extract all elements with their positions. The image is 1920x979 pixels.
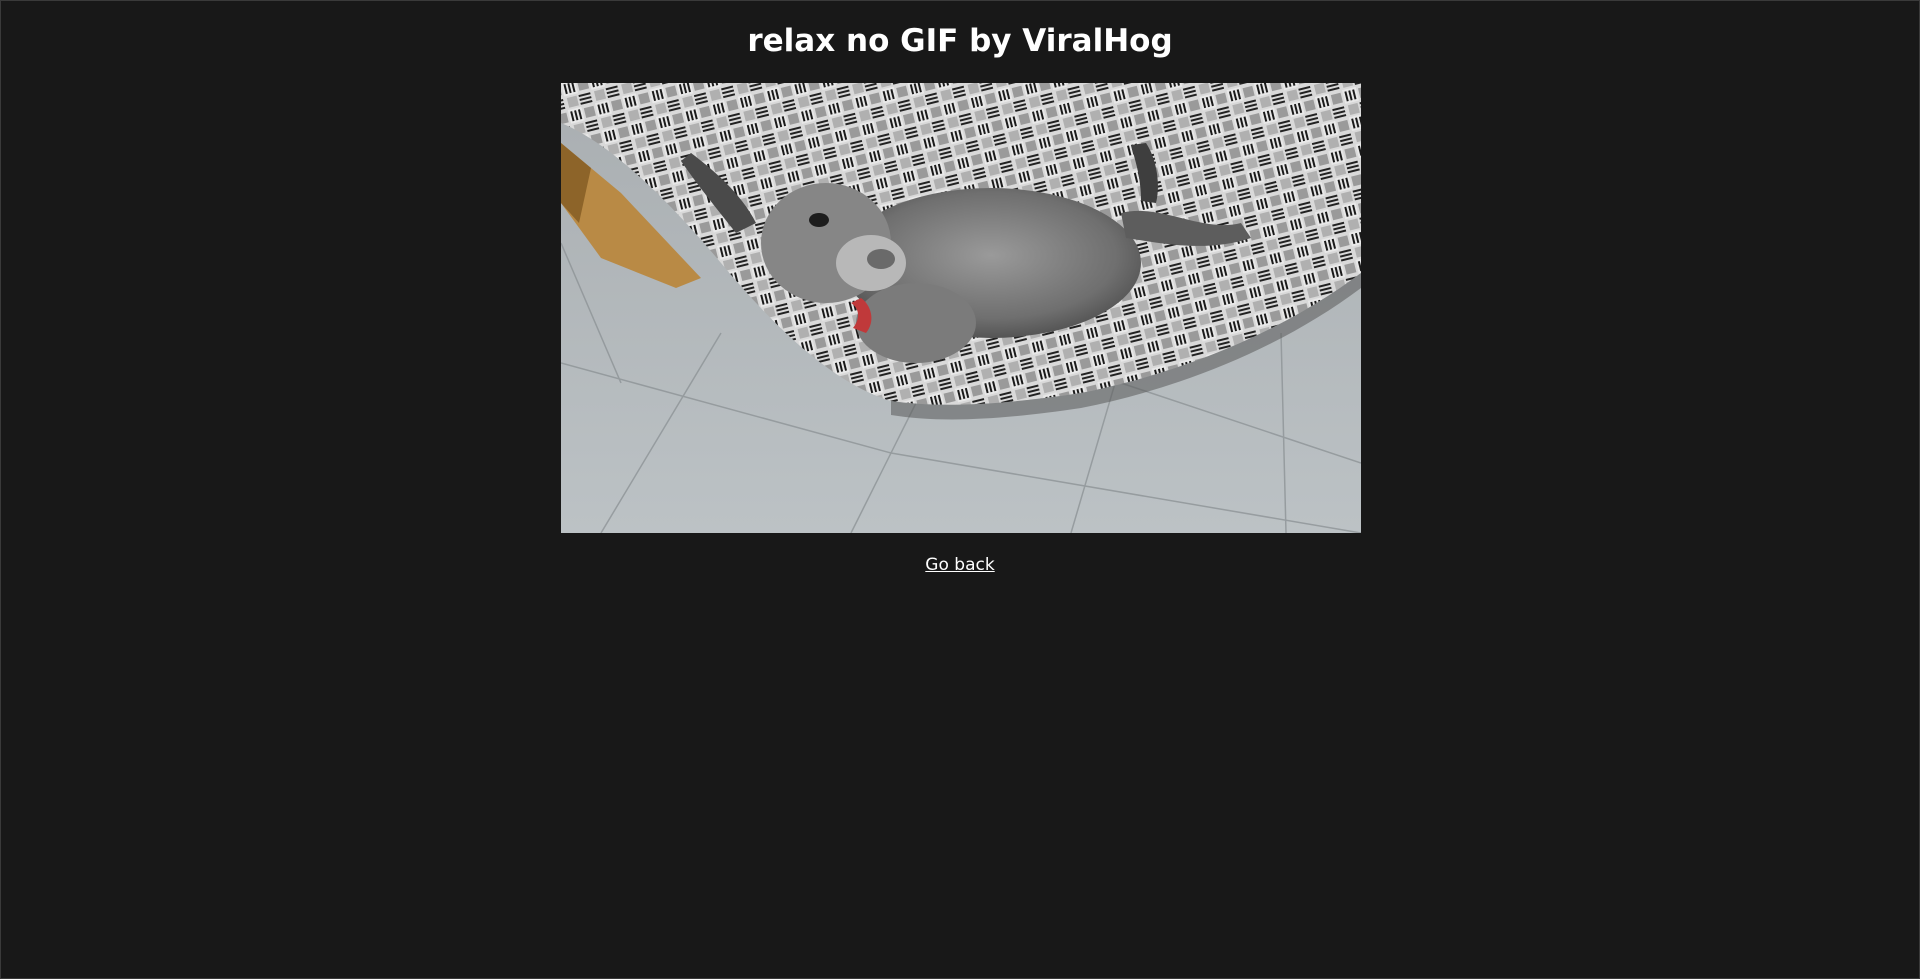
go-back-link[interactable]: Go back xyxy=(1,555,1919,575)
gif-image xyxy=(561,83,1361,533)
page: relax no GIF by ViralHog Go back xyxy=(0,0,1920,979)
page-title: relax no GIF by ViralHog xyxy=(747,23,1173,59)
